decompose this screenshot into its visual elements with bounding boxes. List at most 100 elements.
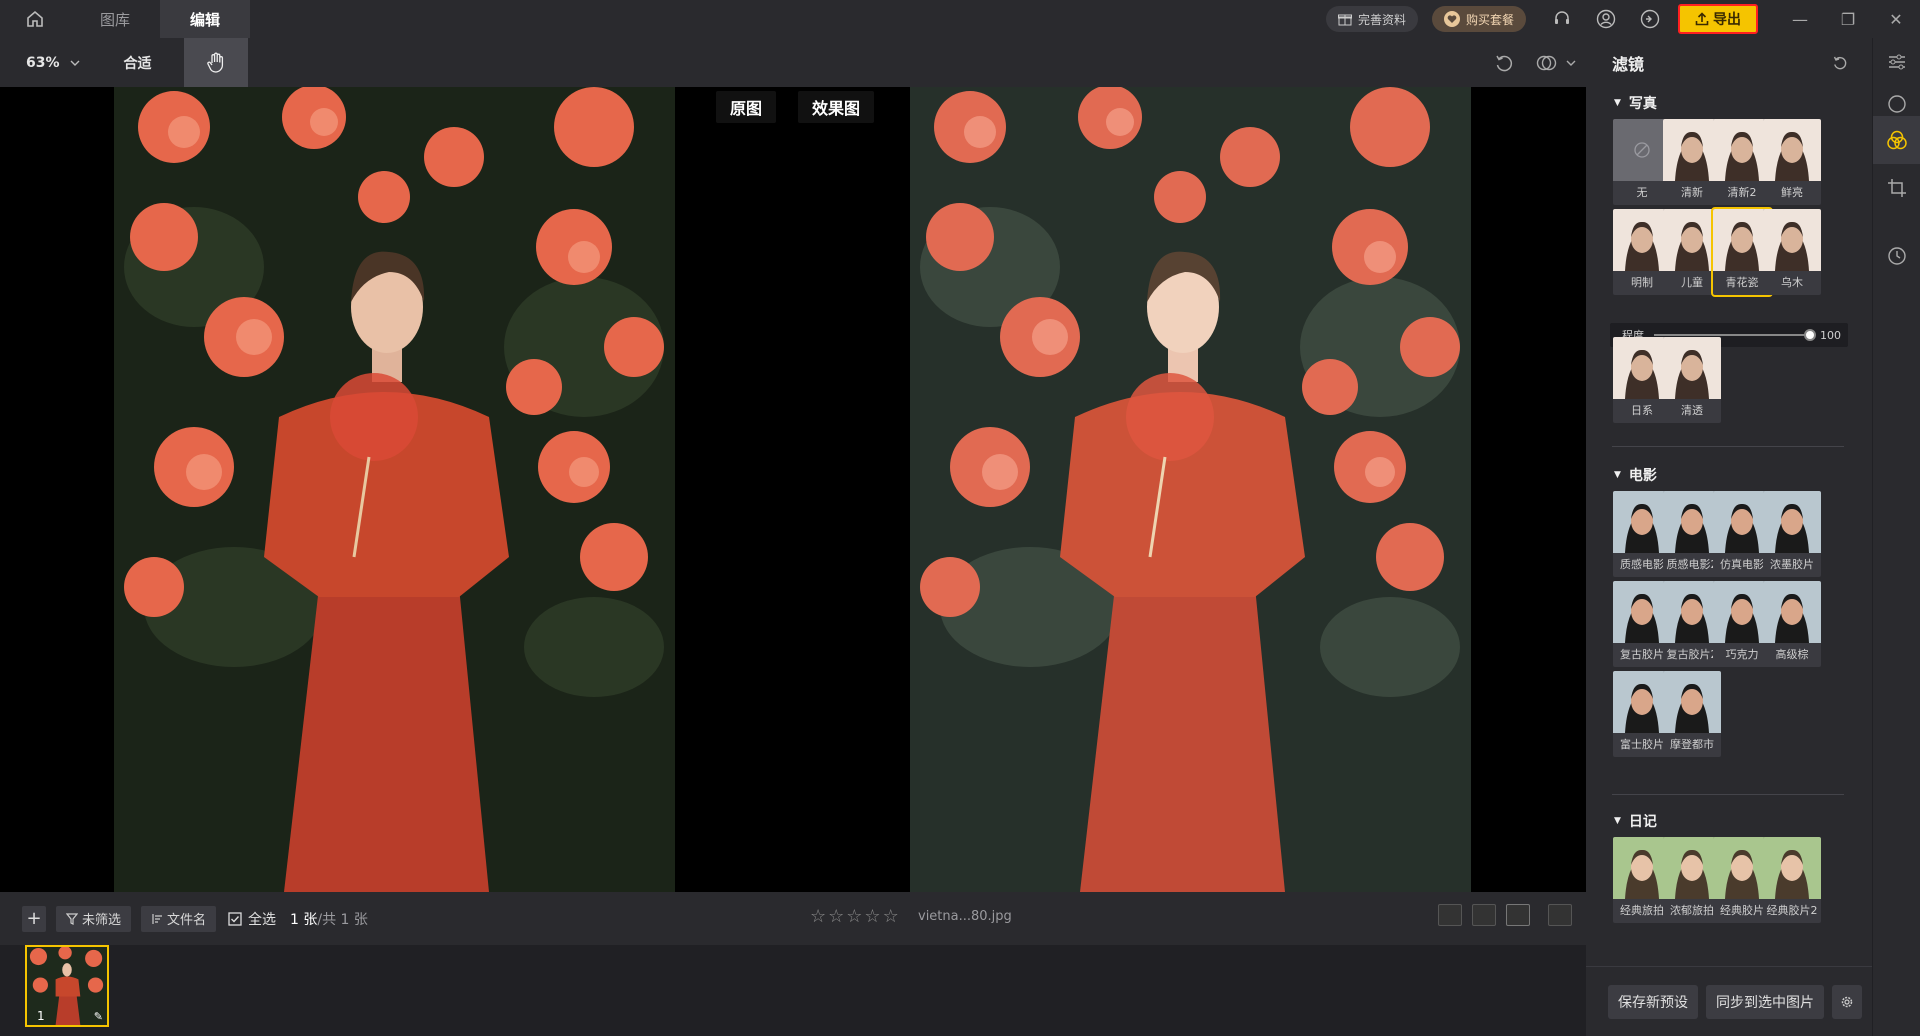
- select-all-label: 全选: [248, 911, 277, 928]
- section-title[interactable]: ▼ 日记: [1614, 811, 1657, 831]
- filter-panel: 滤镜 程度 100 保存新预设 同步到选中图片 ▼ 写真无清新 清新2 鲜亮 明制 儿童青…: [1586, 38, 1872, 1036]
- checkbox-icon: [228, 911, 242, 926]
- sort-icon: [152, 913, 163, 924]
- portrait-image: [910, 87, 1471, 892]
- undo-icon: [1496, 55, 1513, 71]
- sort-button[interactable]: 文件名: [141, 905, 217, 932]
- export-button[interactable]: 导出: [1678, 4, 1758, 34]
- panel-footer: 保存新预设 同步到选中图片: [1586, 966, 1872, 1036]
- crop-tool[interactable]: [1873, 164, 1920, 212]
- slider-handle[interactable]: [1804, 329, 1816, 341]
- preset-thumbnail: [1663, 337, 1721, 399]
- headset-icon: [1555, 11, 1569, 24]
- pan-tool-button[interactable]: [183, 38, 248, 87]
- filmstrip: 1 ✎: [0, 945, 1586, 1036]
- filter-tool[interactable]: [1873, 116, 1920, 164]
- preset-label: 乌木: [1781, 276, 1803, 289]
- star-icon[interactable]: ☆: [883, 906, 899, 927]
- section-title[interactable]: ▼ 写真: [1614, 93, 1657, 113]
- unfiltered-label: 未筛选: [82, 913, 122, 928]
- restore-button[interactable]: ❐: [1824, 0, 1872, 38]
- preset-thumbnail: [1763, 837, 1821, 899]
- sync-selected-button[interactable]: 同步到选中图片: [1706, 984, 1824, 1019]
- preset-thumbnail: [1763, 209, 1821, 271]
- section-label: 电影: [1628, 468, 1657, 484]
- close-icon: ✕: [1889, 9, 1903, 29]
- filter-status-button[interactable]: 未筛选: [56, 905, 132, 932]
- side-by-side-button[interactable]: [1548, 904, 1572, 926]
- preset-thumbnail: [1763, 491, 1821, 553]
- panel-title: 滤镜: [1612, 54, 1645, 74]
- complete-profile-button[interactable]: 完善资料: [1325, 6, 1418, 32]
- add-photo-button[interactable]: +: [22, 905, 46, 932]
- chevron-down-icon: [1566, 60, 1576, 66]
- save-preset-button[interactable]: 保存新预设: [1608, 984, 1698, 1019]
- heart-icon: [1443, 11, 1460, 27]
- bottom-bar: + 未筛选 文件名 全选 1 张 /共 1 张 ☆ ☆ ☆ ☆ ☆ vietna...8…: [0, 892, 1586, 945]
- filter-preset[interactable]: 乌木: [1763, 209, 1821, 295]
- filter-preset[interactable]: 高级棕: [1763, 581, 1821, 667]
- close-button[interactable]: ✕: [1872, 0, 1920, 38]
- filter-preset[interactable]: 浓墨胶片: [1763, 491, 1821, 577]
- minimize-button[interactable]: —: [1776, 0, 1824, 38]
- star-icon[interactable]: ☆: [810, 906, 826, 927]
- star-icon[interactable]: ☆: [846, 906, 862, 927]
- title-bar: 图库 编辑 完善资料 购买套餐 导出 — ❐ ✕: [0, 0, 1920, 38]
- filmstrip-thumbnail[interactable]: 1 ✎: [25, 945, 109, 1027]
- thumbnail-index: 1: [37, 1009, 45, 1023]
- portrait-image: [114, 87, 675, 892]
- zoom-select[interactable]: 63%: [26, 55, 80, 71]
- filter-preset[interactable]: 经典胶片2: [1763, 837, 1821, 923]
- split-view-button[interactable]: [1506, 904, 1530, 926]
- star-icon[interactable]: ☆: [828, 906, 844, 927]
- tab-gallery[interactable]: 图库: [70, 0, 160, 38]
- fit-button[interactable]: 合适: [124, 53, 152, 73]
- filter-preset[interactable]: 摩登都市: [1663, 671, 1721, 757]
- compare-mode-button[interactable]: [1526, 44, 1586, 82]
- user-icon: [1596, 9, 1616, 29]
- image-canvas[interactable]: 原图 效果图: [0, 87, 1586, 892]
- selected-count: 1 张: [290, 911, 318, 928]
- star-rating[interactable]: ☆ ☆ ☆ ☆ ☆: [810, 906, 899, 927]
- reset-filter-icon[interactable]: [1832, 55, 1848, 71]
- filter-preset[interactable]: 清透: [1663, 337, 1721, 423]
- history-icon: [1888, 247, 1906, 265]
- settings-button[interactable]: [1832, 984, 1862, 1019]
- tool-rail: [1872, 38, 1920, 1036]
- adjust-tool[interactable]: [1873, 38, 1920, 86]
- filter-preset[interactable]: 鲜亮: [1763, 119, 1821, 205]
- single-view-button[interactable]: [1472, 904, 1496, 926]
- complete-profile-label: 完善资料: [1357, 12, 1406, 27]
- preset-label: 经典胶片2: [1766, 904, 1818, 917]
- zoom-level: 63%: [26, 54, 60, 71]
- slider-track[interactable]: [1654, 329, 1816, 341]
- buy-package-button[interactable]: 购买套餐: [1431, 6, 1526, 32]
- reset-button[interactable]: [1482, 44, 1526, 82]
- gear-icon: [1841, 996, 1853, 1007]
- gift-icon: [1337, 14, 1352, 26]
- section-title[interactable]: ▼ 电影: [1614, 465, 1657, 485]
- preset-thumbnail: [1663, 671, 1721, 733]
- section-divider: [1612, 794, 1844, 795]
- minimize-icon: —: [1792, 9, 1808, 29]
- crop-icon: [1888, 179, 1906, 197]
- chevron-down-icon: [70, 60, 80, 66]
- funnel-icon: [66, 912, 78, 925]
- preset-label: 摩登都市: [1670, 738, 1714, 751]
- select-all-checkbox[interactable]: 全选: [228, 909, 276, 929]
- total-count: /共 1 张: [317, 911, 368, 928]
- support-button[interactable]: [1540, 0, 1584, 38]
- star-icon[interactable]: ☆: [864, 906, 880, 927]
- home-button[interactable]: [0, 0, 70, 38]
- account-button[interactable]: [1584, 0, 1628, 38]
- intensity-value: 100: [1820, 328, 1841, 342]
- exit-icon: [1640, 9, 1660, 29]
- filmstrip-view-button[interactable]: [1438, 904, 1462, 926]
- tab-edit[interactable]: 编辑: [160, 0, 251, 38]
- logout-button[interactable]: [1628, 0, 1672, 38]
- history-tool[interactable]: [1873, 232, 1920, 280]
- preset-thumbnail: [1763, 119, 1821, 181]
- section-divider: [1612, 446, 1844, 447]
- original-photo: [114, 87, 675, 892]
- caret-down-icon: ▼: [1614, 98, 1621, 108]
